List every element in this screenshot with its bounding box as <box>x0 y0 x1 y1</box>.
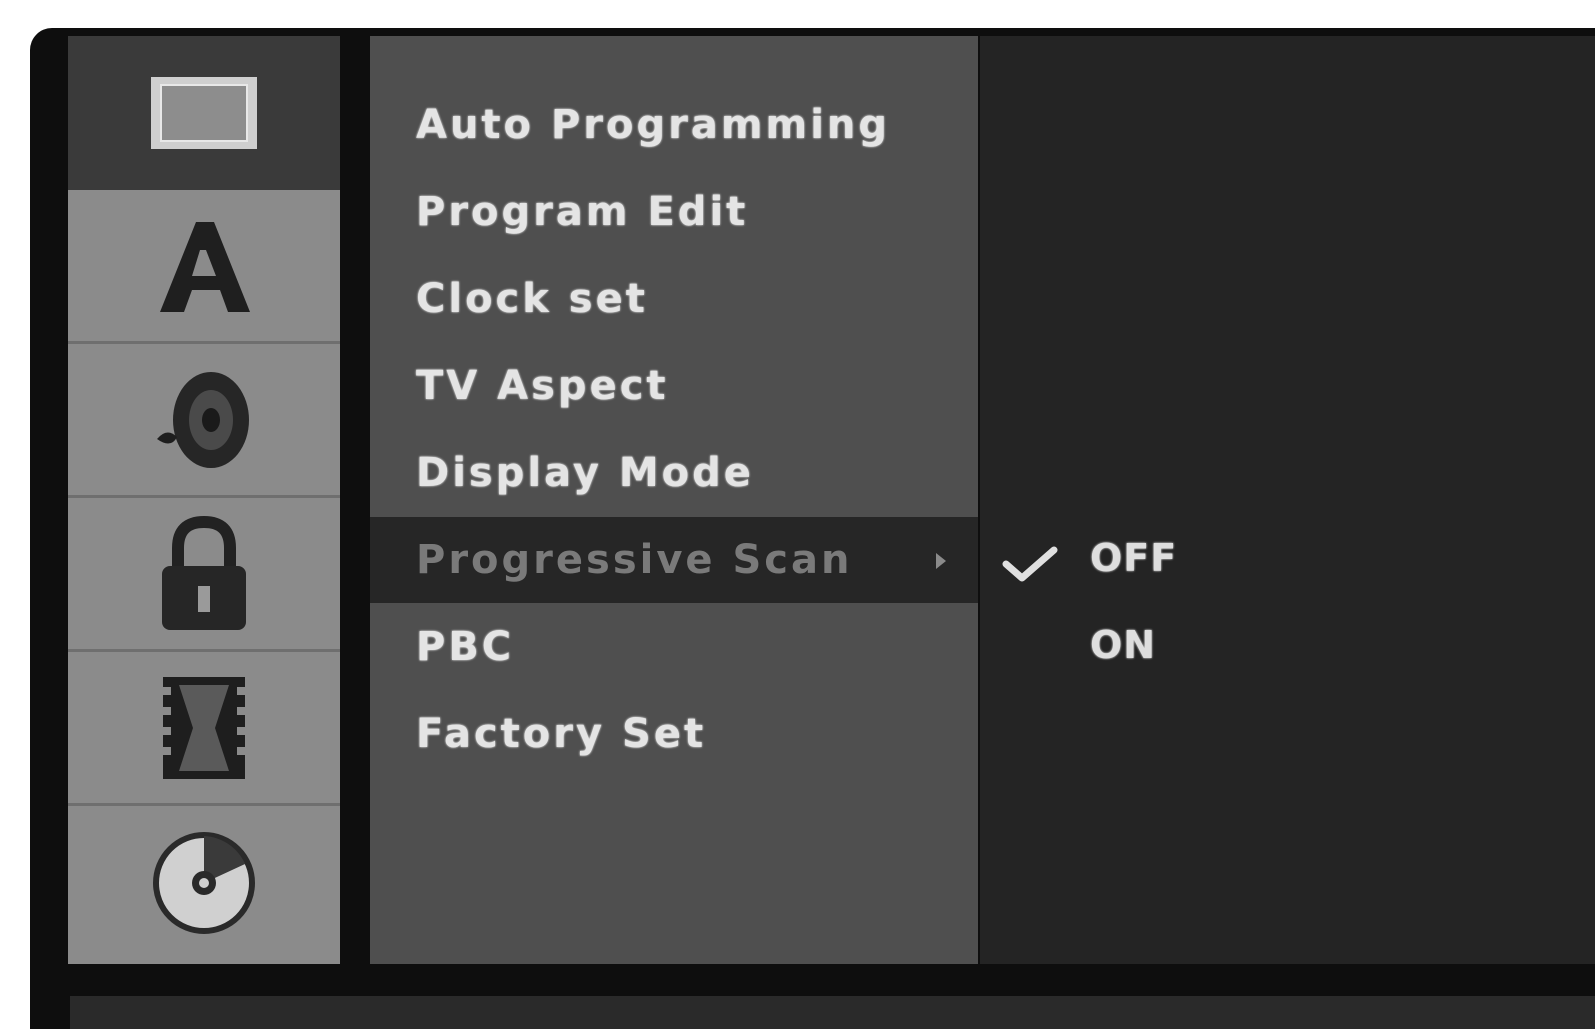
checkmark-icon <box>1002 546 1058 582</box>
sidebar-item-lock[interactable] <box>68 498 340 652</box>
option-off[interactable]: OFF <box>1090 536 1177 580</box>
sidebar-item-audio[interactable] <box>68 344 340 498</box>
menu-item-program-edit[interactable]: Program Edit <box>370 169 978 255</box>
sidebar-item-recording[interactable] <box>68 652 340 806</box>
category-sidebar <box>68 36 340 964</box>
setup-menu-panel: Auto Programming Program Edit Clock set … <box>370 36 978 964</box>
sidebar-item-disc[interactable] <box>68 806 340 960</box>
sidebar-item-setup[interactable] <box>68 36 340 190</box>
menu-item-tv-aspect[interactable]: TV Aspect <box>370 343 978 429</box>
menu-item-display-mode[interactable]: Display Mode <box>370 430 978 516</box>
options-panel: OFF ON <box>980 36 1595 964</box>
menu-item-pbc[interactable]: PBC <box>370 604 978 690</box>
letter-a-icon <box>160 221 250 312</box>
submenu-arrow-icon <box>936 553 946 569</box>
osd-screen: Auto Programming Program Edit Clock set … <box>30 28 1595 1029</box>
menu-item-label: Progressive Scan <box>416 537 853 583</box>
menu-item-factory-set[interactable]: Factory Set <box>370 691 978 777</box>
sidebar-item-language[interactable] <box>68 190 340 344</box>
menu-item-clock-set[interactable]: Clock set <box>370 256 978 342</box>
lock-icon <box>162 515 246 630</box>
option-on[interactable]: ON <box>1090 623 1156 667</box>
disc-icon <box>153 832 255 934</box>
tv-screen-icon <box>151 77 257 149</box>
film-icon <box>163 676 245 779</box>
bottom-bar <box>70 996 1595 1029</box>
menu-item-progressive-scan[interactable]: Progressive Scan <box>370 517 978 603</box>
menu-item-auto-programming[interactable]: Auto Programming <box>370 82 978 168</box>
speaker-icon <box>157 371 249 468</box>
